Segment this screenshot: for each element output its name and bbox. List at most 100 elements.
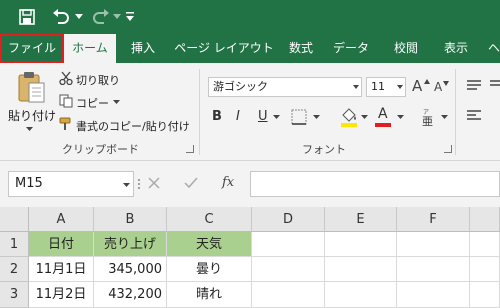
worksheet-grid: A B C D E F 1 日付 売り上げ 天気 2 11月1日 345,000…	[0, 207, 500, 308]
cell-a1[interactable]: 日付	[29, 232, 94, 257]
cell-e2[interactable]	[325, 257, 397, 282]
tab-page-layout[interactable]: ページ レイアウト	[170, 34, 278, 63]
align-right-icon[interactable]	[490, 79, 500, 93]
tab-file[interactable]: ファイル	[0, 34, 64, 63]
name-box[interactable]: M15	[8, 171, 134, 197]
font-name-select[interactable]: 游ゴシック	[208, 77, 362, 97]
customize-qat-icon[interactable]	[124, 4, 136, 30]
cell-b2[interactable]: 345,000	[94, 257, 167, 282]
font-name-value: 游ゴシック	[213, 80, 268, 93]
column-header-c[interactable]: C	[167, 207, 252, 232]
grow-font-icon	[424, 77, 430, 85]
clipboard-launcher-icon[interactable]	[186, 145, 194, 153]
chevron-down-icon	[353, 85, 359, 89]
column-header-d[interactable]: D	[252, 207, 325, 232]
name-box-dropdown-icon[interactable]	[122, 182, 130, 188]
column-header-f[interactable]: F	[397, 207, 470, 232]
ribbon-tab-bar: ファイル ホーム 挿入 ページ レイアウト 数式 データ 校閲 表示 ヘ	[0, 34, 500, 63]
clipboard-group-label: クリップボード	[62, 143, 139, 156]
phonetic-dropdown-icon[interactable]	[440, 114, 448, 120]
paste-button[interactable]: 貼り付け	[8, 107, 56, 124]
font-group-label: フォント	[302, 143, 346, 156]
save-icon[interactable]	[14, 4, 40, 30]
cell-f3[interactable]	[397, 282, 470, 308]
tab-home[interactable]: ホーム	[64, 34, 116, 63]
font-size-value: 11	[371, 80, 385, 93]
tab-view[interactable]: 表示	[434, 34, 478, 63]
cell-b3[interactable]: 432,200	[94, 282, 167, 308]
select-all-corner[interactable]	[0, 207, 29, 232]
formula-input[interactable]	[250, 171, 500, 197]
grow-font-button[interactable]: A	[412, 77, 422, 95]
svg-text:亜: 亜	[422, 115, 433, 126]
paste-icon[interactable]	[15, 69, 47, 105]
shrink-font-button[interactable]: A	[434, 80, 442, 94]
paste-dropdown-icon[interactable]	[24, 125, 34, 133]
redo-dropdown-icon[interactable]	[113, 4, 121, 30]
fill-color-icon[interactable]	[340, 106, 358, 128]
cancel-icon[interactable]	[147, 176, 161, 190]
phonetic-guide-icon[interactable]: ア亜	[420, 107, 438, 127]
group-divider	[455, 69, 456, 155]
cell-c1[interactable]: 天気	[167, 232, 252, 257]
name-box-value: M15	[15, 176, 43, 191]
cell-d1[interactable]	[252, 232, 325, 257]
quick-access-toolbar	[0, 0, 500, 34]
row-header-1[interactable]: 1	[0, 232, 29, 257]
tab-help[interactable]: ヘ	[484, 34, 500, 63]
borders-dropdown-icon[interactable]	[312, 114, 320, 120]
format-painter-icon[interactable]	[58, 116, 74, 132]
format-painter-button[interactable]: 書式のコピー/貼り付け	[76, 118, 190, 134]
font-size-select[interactable]: 11	[366, 77, 406, 97]
cut-button[interactable]: 切り取り	[76, 72, 120, 88]
align-top-icon[interactable]	[466, 79, 482, 93]
cell-g2[interactable]	[470, 257, 500, 282]
copy-icon[interactable]	[58, 93, 74, 109]
redo-icon[interactable]	[88, 4, 114, 30]
font-color-dropdown-icon[interactable]	[396, 114, 404, 120]
font-launcher-icon[interactable]	[444, 145, 452, 153]
cell-c2[interactable]: 曇り	[167, 257, 252, 282]
font-color-bar	[375, 123, 391, 127]
bold-button[interactable]: B	[212, 109, 222, 124]
column-header-g[interactable]	[470, 207, 500, 232]
cell-a3[interactable]: 11月2日	[29, 282, 94, 308]
cell-a2[interactable]: 11月1日	[29, 257, 94, 282]
underline-dropdown-icon[interactable]	[272, 114, 280, 120]
cell-g3[interactable]	[470, 282, 500, 308]
tab-formulas[interactable]: 数式	[280, 34, 322, 63]
cell-g1[interactable]	[470, 232, 500, 257]
cell-d3[interactable]	[252, 282, 325, 308]
enter-icon[interactable]	[184, 176, 198, 190]
cell-e1[interactable]	[325, 232, 397, 257]
tab-insert[interactable]: 挿入	[118, 34, 168, 63]
insert-function-button[interactable]: fx	[222, 175, 234, 190]
column-header-b[interactable]: B	[94, 207, 167, 232]
copy-button[interactable]: コピー	[76, 95, 109, 111]
font-color-button[interactable]: A	[378, 106, 388, 122]
cell-d2[interactable]	[252, 257, 325, 282]
cell-e3[interactable]	[325, 282, 397, 308]
copy-dropdown-icon[interactable]	[112, 98, 120, 106]
cell-f2[interactable]	[397, 257, 470, 282]
group-divider	[199, 69, 200, 155]
undo-icon[interactable]	[48, 4, 74, 30]
undo-dropdown-icon[interactable]	[74, 4, 84, 30]
align-left-icon[interactable]	[466, 109, 482, 123]
column-header-e[interactable]: E	[325, 207, 397, 232]
resize-handle-icon[interactable]	[137, 177, 141, 191]
italic-button[interactable]: I	[236, 109, 240, 124]
row-header-3[interactable]: 3	[0, 282, 29, 308]
underline-button[interactable]: U	[258, 109, 268, 124]
tab-data[interactable]: データ	[326, 34, 376, 63]
ribbon: 貼り付け 切り取り コピー 書式のコピー/貼り付け クリップボード 游ゴシック …	[0, 63, 500, 161]
tab-review[interactable]: 校閲	[384, 34, 428, 63]
row-header-2[interactable]: 2	[0, 257, 29, 282]
cell-f1[interactable]	[397, 232, 470, 257]
fill-color-dropdown-icon[interactable]	[360, 114, 368, 120]
cell-b1[interactable]: 売り上げ	[94, 232, 167, 257]
borders-icon[interactable]	[290, 108, 308, 126]
cut-icon[interactable]	[58, 70, 74, 86]
column-header-a[interactable]: A	[29, 207, 94, 232]
cell-c3[interactable]: 晴れ	[167, 282, 252, 308]
